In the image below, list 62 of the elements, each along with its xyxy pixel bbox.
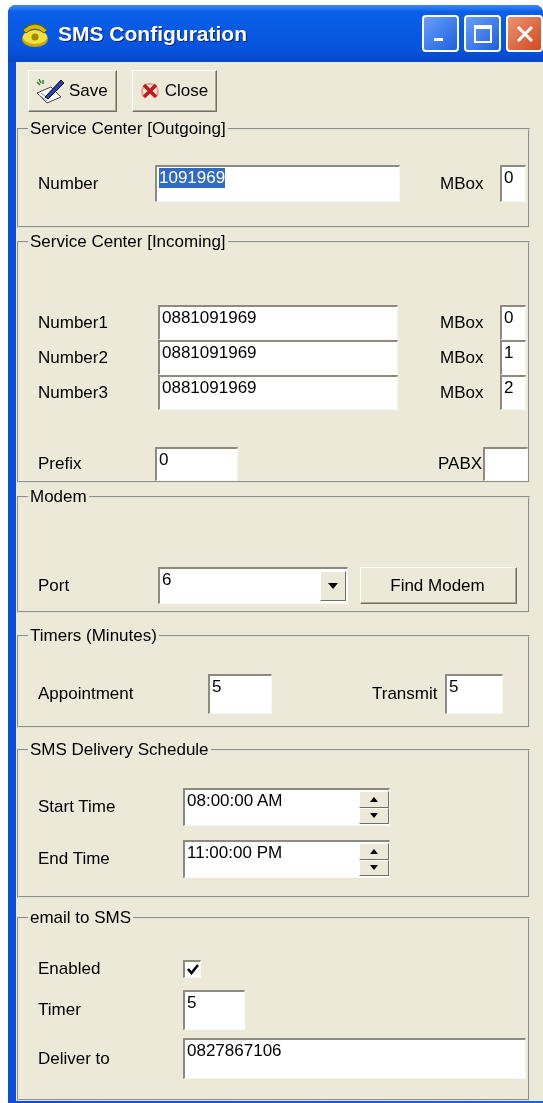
field-label: PABX [438,453,483,476]
find-modem-button[interactable]: Find Modem [360,567,517,604]
text-field[interactable]: 1091969 [155,165,400,202]
field-label: MBox [440,346,485,369]
minimize-button[interactable] [422,15,459,52]
text-field[interactable]: 2 [500,375,526,410]
field-label: Start Time [38,796,117,819]
minimize-icon [434,38,443,41]
close-icon [514,23,535,44]
time-field[interactable]: 11:00:00 PM [183,840,390,878]
checkbox[interactable] [183,959,201,978]
field-label: Transmit [372,683,439,706]
group-title: email to SMS [29,907,133,929]
group-title: Service Center [Outgoing] [29,118,227,140]
check-icon [186,963,199,975]
field-label: Port [38,574,71,597]
text-field[interactable]: 0 [500,305,526,340]
dropdown-field[interactable]: 6 [158,567,348,604]
field-label: Number3 [38,381,109,404]
text-field[interactable]: 5 [183,990,245,1030]
text-field[interactable]: 0 [500,165,526,202]
spin-up-button[interactable] [359,843,389,860]
field-label: MBox [440,311,485,334]
window-title: SMS Configuration [58,20,248,47]
maximize-button[interactable] [464,15,501,52]
field-label: Number2 [38,346,109,369]
field-label: Deliver to [38,1047,111,1070]
text-field[interactable]: 5 [445,674,503,714]
field-label: Prefix [38,453,83,476]
text-field[interactable] [483,447,528,481]
field-label: Number [38,172,100,195]
up-arrow-icon [370,848,378,854]
field-label: End Time [38,848,111,871]
close-button[interactable] [506,15,543,52]
text-field[interactable]: 0881091969 [158,305,398,340]
pen-icon [35,77,65,105]
text-field[interactable]: 5 [208,674,272,714]
field-label: MBox [440,172,485,195]
caret-icon [327,582,339,590]
text-field[interactable]: 0827867106 [183,1038,526,1079]
close-button[interactable]: Close [131,70,218,112]
field-label: MBox [440,381,485,404]
up-arrow-icon [370,796,378,802]
maximize-icon [472,23,493,44]
dropdown-button[interactable] [320,571,346,601]
group-title: Modem [29,486,88,508]
down-arrow-icon [370,865,378,871]
field-label: Enabled [38,958,102,980]
field-label: Appointment [38,683,135,706]
group-title: Timers (Minutes) [29,625,158,647]
group-title: Service Center [Incoming] [29,231,227,253]
text-field[interactable]: 0 [155,447,238,481]
field-label: Timer [38,999,82,1022]
spin-up-button[interactable] [359,791,389,808]
text-field[interactable]: 1 [500,340,526,375]
group-title: SMS Delivery Schedule [29,739,210,761]
save-button[interactable]: Save [28,70,117,112]
field-label: Number1 [38,311,109,334]
text-field[interactable]: 0881091969 [158,375,398,410]
time-field[interactable]: 08:00:00 AM [183,788,390,826]
text-field[interactable]: 0881091969 [158,340,398,375]
down-arrow-icon [370,813,378,819]
